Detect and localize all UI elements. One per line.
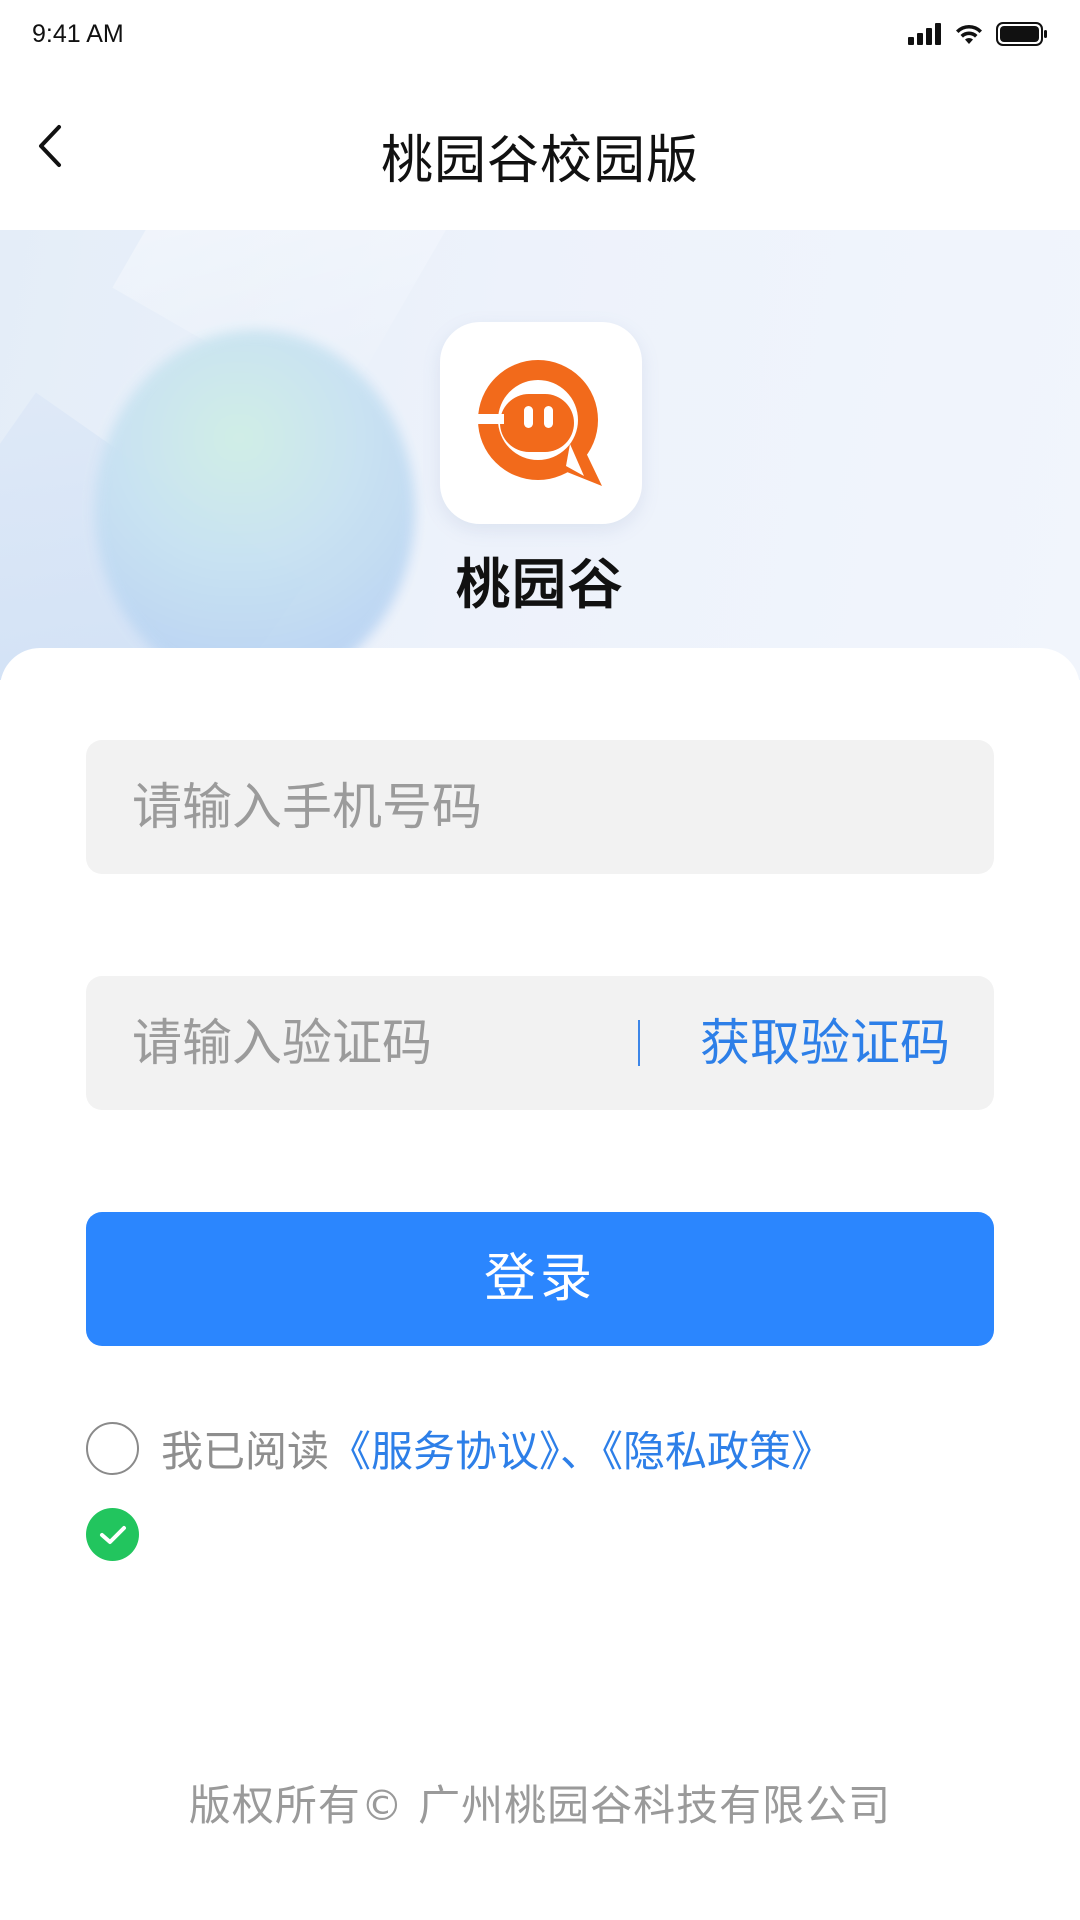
agreement-prefix: 我已阅读 — [161, 1426, 330, 1476]
hero-banner: 桃园谷 — [0, 230, 1080, 680]
agreement-text: 我已阅读《服务协议》、《隐私政策》 — [161, 1418, 833, 1479]
status-bar: 9:41 AM — [0, 0, 1080, 70]
nav-bar: 桃园谷校园版 — [0, 70, 1080, 230]
agreement-row: 我已阅读《服务协议》、《隐私政策》 — [86, 1420, 1006, 1476]
privacy-policy-link[interactable]: 《隐私政策》 — [602, 1427, 833, 1476]
phone-field-container — [86, 740, 994, 874]
copyright-text: 版权所有© 广州桃园谷科技有限公司 — [188, 1781, 892, 1830]
battery-icon — [996, 22, 1047, 46]
decorative-blob — [95, 330, 415, 680]
phone-input[interactable] — [132, 740, 652, 874]
app-name: 桃园谷 — [456, 553, 624, 616]
code-field-container: 获取验证码 — [86, 976, 994, 1110]
status-time: 9:41 AM — [32, 20, 124, 48]
login-page: 9:41 AM 桃园谷校园版 桃园谷 请输入手机号码 请输入验证码 获取验证码 … — [0, 0, 1080, 1920]
login-button[interactable]: 登录 — [86, 1212, 994, 1346]
status-icons — [908, 22, 1048, 46]
page-title: 桃园谷校园版 — [380, 131, 699, 191]
input-divider — [638, 1020, 640, 1066]
get-code-button[interactable]: 获取验证码 — [700, 976, 950, 1110]
login-card: 获取验证码 登录 我已阅读《服务协议》、《隐私政策》 版权所有© 广州桃园谷科技… — [0, 648, 1080, 1920]
agreement-radio[interactable] — [86, 1421, 139, 1475]
app-logo-icon — [440, 322, 642, 524]
agreement-separator: 、 — [560, 1426, 603, 1476]
signal-icon — [908, 23, 941, 45]
checked-check-icon[interactable] — [86, 1508, 139, 1561]
verification-code-input[interactable] — [132, 976, 652, 1110]
wifi-icon — [956, 24, 982, 44]
service-agreement-link[interactable]: 《服务协议》 — [329, 1427, 560, 1476]
